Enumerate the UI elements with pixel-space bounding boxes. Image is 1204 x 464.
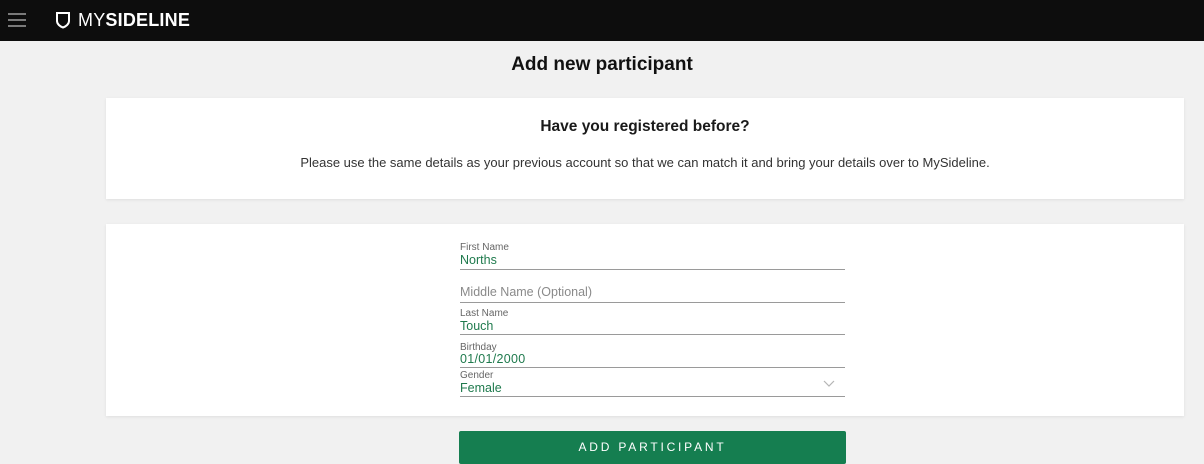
- menu-line: [8, 19, 26, 21]
- top-navigation-bar: MYSIDELINE: [0, 0, 1204, 41]
- gender-value[interactable]: Female: [460, 381, 502, 395]
- first-name-label: First Name: [460, 242, 509, 253]
- registered-before-card: Have you registered before? Please use t…: [106, 98, 1184, 199]
- registered-before-heading: Have you registered before?: [540, 118, 750, 135]
- page-title: Add new participant: [511, 54, 693, 75]
- add-participant-button[interactable]: ADD PARTICIPANT: [459, 431, 846, 464]
- gender-select[interactable]: Gender Female: [460, 368, 845, 397]
- shield-icon: [56, 12, 70, 29]
- chevron-down-icon[interactable]: [823, 380, 835, 387]
- birthday-field[interactable]: Birthday 01/01/2000: [460, 339, 845, 368]
- first-name-value[interactable]: Norths: [460, 253, 497, 267]
- menu-line: [8, 25, 26, 27]
- first-name-field[interactable]: First Name Norths: [460, 239, 845, 270]
- brand-prefix: MY: [78, 10, 106, 30]
- gender-label: Gender: [460, 370, 494, 381]
- birthday-value[interactable]: 01/01/2000: [460, 352, 526, 366]
- registered-before-text: Please use the same details as your prev…: [300, 155, 990, 170]
- last-name-label: Last Name: [460, 308, 509, 319]
- last-name-value[interactable]: Touch: [460, 319, 493, 333]
- middle-name-placeholder[interactable]: Middle Name (Optional): [460, 285, 592, 299]
- brand-suffix: SIDELINE: [105, 10, 191, 30]
- brand-name: MYSIDELINE: [78, 9, 190, 31]
- hamburger-menu-icon[interactable]: [8, 13, 26, 27]
- last-name-field[interactable]: Last Name Touch: [460, 305, 845, 335]
- middle-name-field[interactable]: Middle Name (Optional): [460, 280, 845, 303]
- brand-logo[interactable]: MYSIDELINE: [55, 9, 190, 31]
- menu-line: [8, 13, 26, 15]
